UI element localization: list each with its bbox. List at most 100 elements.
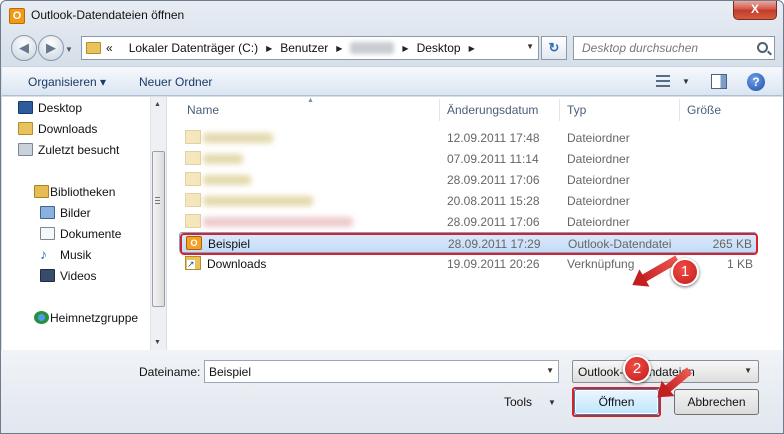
row-type: Dateiordner xyxy=(567,173,630,187)
close-button[interactable]: X xyxy=(733,1,777,20)
sidebar-item-videos[interactable]: Videos xyxy=(40,267,97,285)
row-type: Dateiordner xyxy=(567,194,630,208)
address-bar[interactable]: « Lokaler Datenträger (C:) ▶ Benutzer ▶ … xyxy=(81,36,539,60)
breadcrumb-separator-icon[interactable]: ▶ xyxy=(402,44,408,53)
redacted-name xyxy=(203,175,251,185)
help-icon[interactable]: ? xyxy=(747,73,765,91)
breadcrumb-desktop[interactable]: Desktop xyxy=(417,41,461,55)
organize-button[interactable]: Organisieren ▾ xyxy=(28,75,106,89)
scroll-down-icon[interactable]: ▼ xyxy=(154,339,161,346)
sidebar-item-documents[interactable]: Dokumente xyxy=(40,225,121,243)
scroll-thumb[interactable] xyxy=(152,151,165,307)
sidebar-item-label: Zuletzt besucht xyxy=(38,143,120,157)
row-type: Verknüpfung xyxy=(567,257,635,271)
breadcrumb-username-redacted[interactable] xyxy=(350,42,395,54)
redacted-name xyxy=(203,196,313,206)
shortcut-icon xyxy=(185,256,201,270)
column-separator[interactable] xyxy=(559,99,560,121)
breadcrumb-separator-icon[interactable]: ▶ xyxy=(336,44,342,53)
sidebar-item-libraries[interactable]: Bibliotheken xyxy=(34,183,116,201)
search-icon[interactable] xyxy=(757,42,768,53)
chevron-down-icon[interactable]: ▼ xyxy=(546,366,554,375)
redacted-name xyxy=(203,154,243,164)
sidebar-scrollbar[interactable]: ▲ ▼ xyxy=(150,97,166,350)
libraries-icon xyxy=(34,185,49,198)
scroll-up-icon[interactable]: ▲ xyxy=(154,101,161,108)
folder-icon xyxy=(86,42,101,54)
sidebar-item-desktop[interactable]: Desktop xyxy=(18,99,83,117)
address-dropdown-icon[interactable]: ▼ xyxy=(526,42,534,51)
table-row[interactable]: 28.09.2011 17:06 Dateiordner xyxy=(179,211,757,232)
callout-badge-1: 1 xyxy=(671,258,699,286)
filename-label: Dateiname: xyxy=(139,365,201,379)
sidebar-item-downloads[interactable]: Downloads xyxy=(18,120,98,138)
breadcrumb-drive[interactable]: Lokaler Datenträger (C:) xyxy=(129,41,258,55)
sidebar-item-recent[interactable]: Zuletzt besucht xyxy=(18,141,120,159)
sidebar-item-label: Musik xyxy=(60,248,92,262)
table-row[interactable]: 12.09.2011 17:48 Dateiordner xyxy=(179,127,757,148)
breadcrumb-prefix[interactable]: « xyxy=(106,41,113,55)
cancel-button[interactable]: Abbrechen xyxy=(674,389,759,415)
breadcrumb-separator-icon[interactable]: ▶ xyxy=(469,44,475,53)
sort-ascending-icon: ▲ xyxy=(307,97,314,104)
open-dialog: O Outlook-Datendateien öffnen X ◀ ▶ ▼ « … xyxy=(0,0,784,434)
sidebar-item-pictures[interactable]: Bilder xyxy=(40,204,91,222)
sidebar-item-music[interactable]: ♪ Musik xyxy=(40,246,92,264)
column-header-name[interactable]: Name xyxy=(187,97,219,123)
view-options-icon[interactable] xyxy=(656,75,670,87)
redacted-name xyxy=(203,133,273,143)
breadcrumb-users[interactable]: Benutzer xyxy=(280,41,328,55)
row-date: 28.09.2011 17:06 xyxy=(447,215,540,229)
desktop-icon xyxy=(18,101,33,114)
selected-file-highlight xyxy=(180,233,758,255)
arrow-left-icon: ◀ xyxy=(19,40,29,55)
folder-icon xyxy=(185,214,201,228)
window-title: Outlook-Datendateien öffnen xyxy=(31,8,185,22)
tools-button[interactable]: Tools xyxy=(504,395,532,409)
search-input[interactable]: Desktop durchsuchen xyxy=(573,36,775,60)
folder-icon xyxy=(185,193,201,207)
preview-pane-icon[interactable] xyxy=(711,74,727,89)
row-date: 20.08.2011 15:28 xyxy=(447,194,540,208)
tools-dropdown-icon[interactable]: ▼ xyxy=(548,398,556,407)
back-button[interactable]: ◀ xyxy=(11,35,37,61)
column-header-date[interactable]: Änderungsdatum xyxy=(447,97,538,123)
refresh-button[interactable]: ↻ xyxy=(541,36,567,60)
row-name: Downloads xyxy=(207,257,267,271)
pictures-icon xyxy=(40,206,55,219)
table-row[interactable]: 28.09.2011 17:06 Dateiordner xyxy=(179,169,757,190)
table-row[interactable]: 07.09.2011 11:14 Dateiordner xyxy=(179,148,757,169)
sidebar-item-homegroup[interactable]: Heimnetzgruppe xyxy=(34,309,138,327)
chevron-down-icon[interactable]: ▼ xyxy=(744,366,752,375)
redacted-name xyxy=(203,217,353,227)
table-row[interactable]: 20.08.2011 15:28 Dateiordner xyxy=(179,190,757,211)
outlook-icon: O xyxy=(9,8,25,24)
folder-icon xyxy=(185,130,201,144)
row-date: 12.09.2011 17:48 xyxy=(447,131,540,145)
filetype-select[interactable]: Outlook-Datendateien ▼ xyxy=(572,360,759,383)
breadcrumb-separator-icon[interactable]: ▶ xyxy=(266,44,272,53)
column-header-type[interactable]: Typ xyxy=(567,97,586,123)
search-placeholder: Desktop durchsuchen xyxy=(582,41,699,55)
row-type: Dateiordner xyxy=(567,215,630,229)
row-date: 07.09.2011 11:14 xyxy=(447,152,539,166)
folder-icon xyxy=(185,151,201,165)
column-separator[interactable] xyxy=(439,99,440,121)
recent-pages-dropdown[interactable]: ▼ xyxy=(65,45,73,54)
homegroup-icon xyxy=(34,311,49,324)
sidebar-item-label: Downloads xyxy=(38,122,98,136)
sidebar-item-label: Videos xyxy=(60,269,97,283)
navigation-pane: Desktop Downloads Zuletzt besucht Biblio… xyxy=(2,97,166,350)
column-header-size[interactable]: Größe xyxy=(687,97,721,123)
row-type: Dateiordner xyxy=(567,152,630,166)
filename-input[interactable]: Beispiel ▼ xyxy=(204,360,559,383)
new-folder-button[interactable]: Neuer Ordner xyxy=(139,75,212,89)
column-separator[interactable] xyxy=(679,99,680,121)
title-bar: O Outlook-Datendateien öffnen X xyxy=(1,1,783,31)
forward-button[interactable]: ▶ xyxy=(38,35,64,61)
sidebar-item-label: Desktop xyxy=(38,101,83,115)
recent-places-icon xyxy=(18,143,33,156)
downloads-folder-icon xyxy=(18,122,33,135)
sidebar-item-label: Bibliotheken xyxy=(50,185,116,199)
view-dropdown-icon[interactable]: ▼ xyxy=(682,77,690,86)
